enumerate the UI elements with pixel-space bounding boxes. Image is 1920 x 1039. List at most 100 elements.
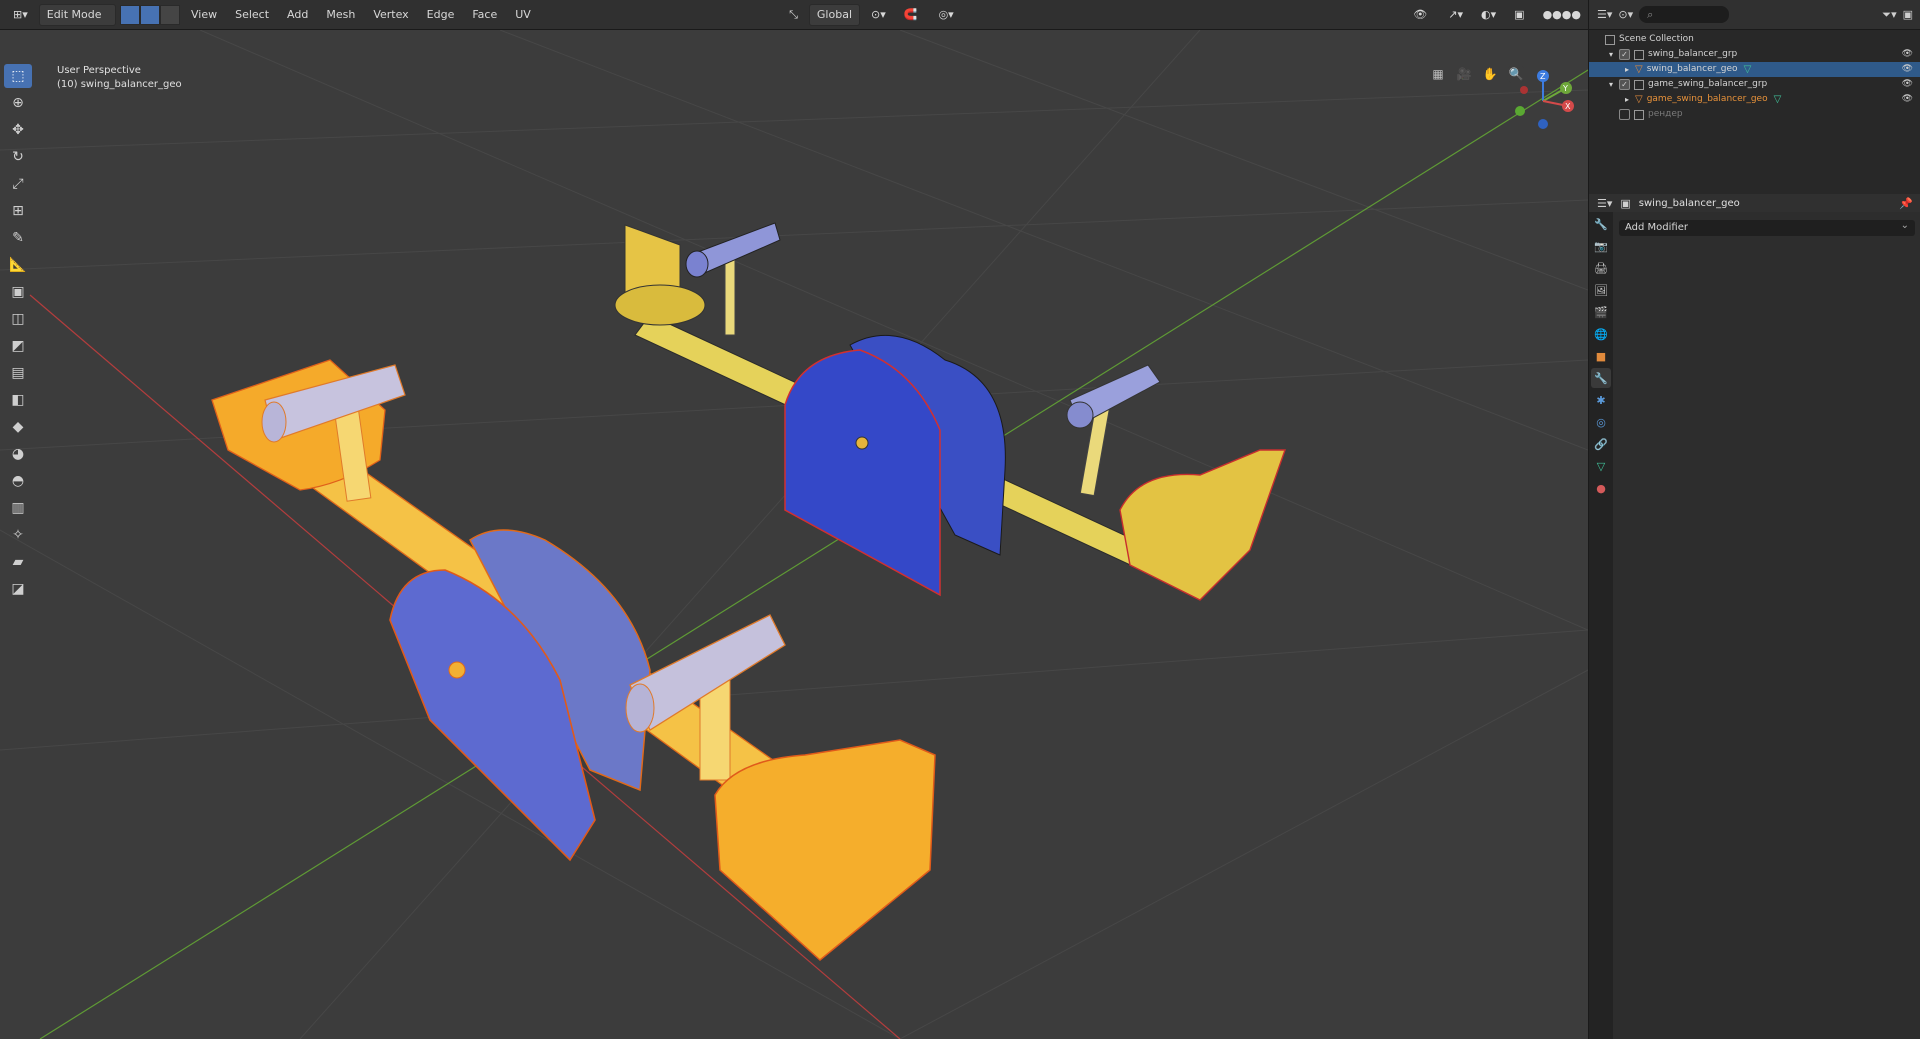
- edge-select-icon[interactable]: [140, 4, 160, 25]
- knife-icon[interactable]: ◧: [4, 388, 32, 412]
- collection-checkbox[interactable]: [1619, 109, 1630, 120]
- view-layer-tab-icon[interactable]: 🖼: [1591, 280, 1611, 300]
- measure-icon[interactable]: 📐: [4, 253, 32, 277]
- visibility-eye-icon[interactable]: 👁: [1902, 47, 1913, 62]
- outliner-editor-icon[interactable]: ☰▾: [1597, 8, 1612, 21]
- menu-mesh[interactable]: Mesh: [319, 5, 362, 25]
- outliner-row-scene-collection[interactable]: Scene Collection: [1589, 32, 1920, 47]
- modifier-tab-icon[interactable]: 🔧: [1591, 368, 1611, 388]
- outliner-row-swing-balancer-grp[interactable]: ▾ ✓ swing_balancer_grp 👁: [1589, 47, 1920, 62]
- right-panel: ☰▾ ⊙▾ ⌕ ⏷▾ ▣ Scene Collection ▾ ✓ swing_…: [1588, 0, 1920, 1039]
- physics-tab-icon[interactable]: ◎: [1591, 412, 1611, 432]
- outliner-row-game-swing-balancer-grp[interactable]: ▾ ✓ game_swing_balancer_grp 👁: [1589, 77, 1920, 92]
- navigation-gizmo[interactable]: Z Y X: [1508, 66, 1578, 136]
- edge-slide-icon[interactable]: ▥: [4, 496, 32, 520]
- toggle-grid-icon[interactable]: ▦: [1428, 64, 1448, 84]
- menu-add[interactable]: Add: [280, 5, 315, 25]
- inset-icon[interactable]: ◫: [4, 307, 32, 331]
- menu-edge[interactable]: Edge: [420, 5, 462, 25]
- menu-vertex[interactable]: Vertex: [366, 5, 415, 25]
- mesh-object-icon: ▽: [1635, 64, 1643, 75]
- select-box-icon[interactable]: ⬚: [4, 64, 32, 88]
- move-icon[interactable]: ✥: [4, 118, 32, 142]
- camera-icon[interactable]: 🎥: [1454, 64, 1474, 84]
- scale-icon[interactable]: ⤢: [4, 172, 32, 196]
- gizmo-icon[interactable]: ↗▾: [1441, 5, 1470, 25]
- annotate-icon[interactable]: ✎: [4, 226, 32, 250]
- vertex-select-icon[interactable]: [120, 4, 140, 25]
- menu-face[interactable]: Face: [465, 5, 504, 25]
- transform-icon[interactable]: ⊞: [4, 199, 32, 223]
- properties-editor-icon[interactable]: ☰▾: [1597, 197, 1612, 210]
- extrude-icon[interactable]: ▣: [4, 280, 32, 304]
- visibility-eye-icon[interactable]: 👁: [1902, 77, 1913, 92]
- mesh-data-icon[interactable]: ▽: [1744, 62, 1752, 77]
- scene-tab-icon[interactable]: 🎬: [1591, 302, 1611, 322]
- bevel-icon[interactable]: ◩: [4, 334, 32, 358]
- collection-checkbox[interactable]: ✓: [1619, 79, 1630, 90]
- outliner-row-render[interactable]: рендер: [1589, 107, 1920, 122]
- gizmo-neg-y-axis[interactable]: [1515, 106, 1525, 116]
- snap-icon[interactable]: 🧲▾: [897, 5, 928, 41]
- filter-icon[interactable]: ⏷▾: [1882, 8, 1896, 22]
- gizmo-neg-z-axis[interactable]: [1538, 119, 1548, 129]
- editor-type-icon[interactable]: ⊞▾: [6, 5, 35, 25]
- visibility-eye-icon[interactable]: 👁: [1902, 62, 1913, 77]
- render-tab-icon[interactable]: 📷: [1591, 236, 1611, 256]
- pan-hand-icon[interactable]: ✋: [1480, 64, 1500, 84]
- pin-icon[interactable]: 📌: [1899, 197, 1913, 210]
- proportional-edit-icon[interactable]: ◎▾: [932, 5, 961, 25]
- mesh-data-icon[interactable]: ▽: [1774, 92, 1782, 107]
- expand-arrow-icon[interactable]: ▾: [1609, 77, 1619, 92]
- transform-orientation-dropdown[interactable]: Global: [808, 3, 860, 26]
- outliner-row-game-swing-balancer-geo[interactable]: ▸ ▽ game_swing_balancer_geo ▽ 👁: [1589, 92, 1920, 107]
- visibility-icon[interactable]: 👁▾: [1406, 5, 1437, 41]
- expand-arrow-icon[interactable]: ▸: [1625, 92, 1635, 107]
- menu-select[interactable]: Select: [228, 5, 276, 25]
- face-select-icon[interactable]: [160, 4, 180, 25]
- shrink-icon[interactable]: ✧: [4, 523, 32, 547]
- collection-icon: [1634, 79, 1644, 90]
- overlay-icon[interactable]: ◐▾: [1474, 5, 1503, 25]
- search-icon: ⌕: [1647, 8, 1654, 21]
- xray-icon[interactable]: ▣: [1507, 5, 1531, 25]
- cursor-icon[interactable]: ⊕: [4, 91, 32, 115]
- tool-tab-icon[interactable]: 🔧: [1591, 214, 1611, 234]
- svg-text:Z: Z: [1540, 72, 1546, 81]
- outliner-row-swing-balancer-geo[interactable]: ▸ ▽ swing_balancer_geo ▽ 👁: [1589, 62, 1920, 77]
- orientation-icon: ⤡: [789, 7, 798, 21]
- 3d-viewport[interactable]: User Perspective (10) swing_balancer_geo…: [0, 30, 1588, 1039]
- add-modifier-dropdown[interactable]: Add Modifier: [1619, 218, 1915, 236]
- expand-arrow-icon[interactable]: ▾: [1609, 47, 1619, 62]
- shear-icon[interactable]: ▰: [4, 550, 32, 574]
- smooth-icon[interactable]: ◓: [4, 469, 32, 493]
- particles-tab-icon[interactable]: ✱: [1591, 390, 1611, 410]
- outliner-label: game_swing_balancer_grp: [1648, 79, 1768, 89]
- object-tab-icon[interactable]: ■: [1591, 346, 1611, 366]
- mode-dropdown[interactable]: Edit Mode: [38, 3, 116, 26]
- output-tab-icon[interactable]: 🖨: [1591, 258, 1611, 278]
- collection-checkbox[interactable]: ✓: [1619, 49, 1630, 60]
- game-swing-model[interactable]: [614, 222, 1286, 601]
- menu-view[interactable]: View: [184, 5, 224, 25]
- mesh-data-tab-icon[interactable]: ▽: [1591, 456, 1611, 476]
- new-collection-icon[interactable]: ▣: [1903, 8, 1913, 21]
- visibility-eye-icon[interactable]: 👁: [1902, 92, 1913, 107]
- menu-uv[interactable]: UV: [508, 5, 538, 25]
- rotate-icon[interactable]: ↻: [4, 145, 32, 169]
- constraints-tab-icon[interactable]: 🔗: [1591, 434, 1611, 454]
- poly-build-icon[interactable]: ◆: [4, 415, 32, 439]
- spin-icon[interactable]: ◕: [4, 442, 32, 466]
- expand-arrow-icon[interactable]: ▸: [1625, 62, 1635, 77]
- tool-shelf: ⬚ ⊕ ✥ ↻ ⤢ ⊞ ✎ 📐 ▣ ◫ ◩ ▤ ◧ ◆ ◕ ◓ ▥ ✧ ▰ ◪: [4, 64, 34, 604]
- display-mode-icon[interactable]: ⊙▾: [1618, 8, 1633, 21]
- outliner-search-input[interactable]: ⌕: [1639, 6, 1730, 23]
- shading-icon[interactable]: ●●●●: [1536, 5, 1588, 25]
- loop-cut-icon[interactable]: ▤: [4, 361, 32, 385]
- rip-icon[interactable]: ◪: [4, 577, 32, 601]
- outliner-label: рендер: [1648, 109, 1683, 119]
- material-tab-icon[interactable]: ●: [1591, 478, 1611, 498]
- world-tab-icon[interactable]: 🌐: [1591, 324, 1611, 344]
- pivot-icon[interactable]: ⊙▾: [864, 5, 893, 25]
- gizmo-neg-x-axis[interactable]: [1520, 86, 1528, 94]
